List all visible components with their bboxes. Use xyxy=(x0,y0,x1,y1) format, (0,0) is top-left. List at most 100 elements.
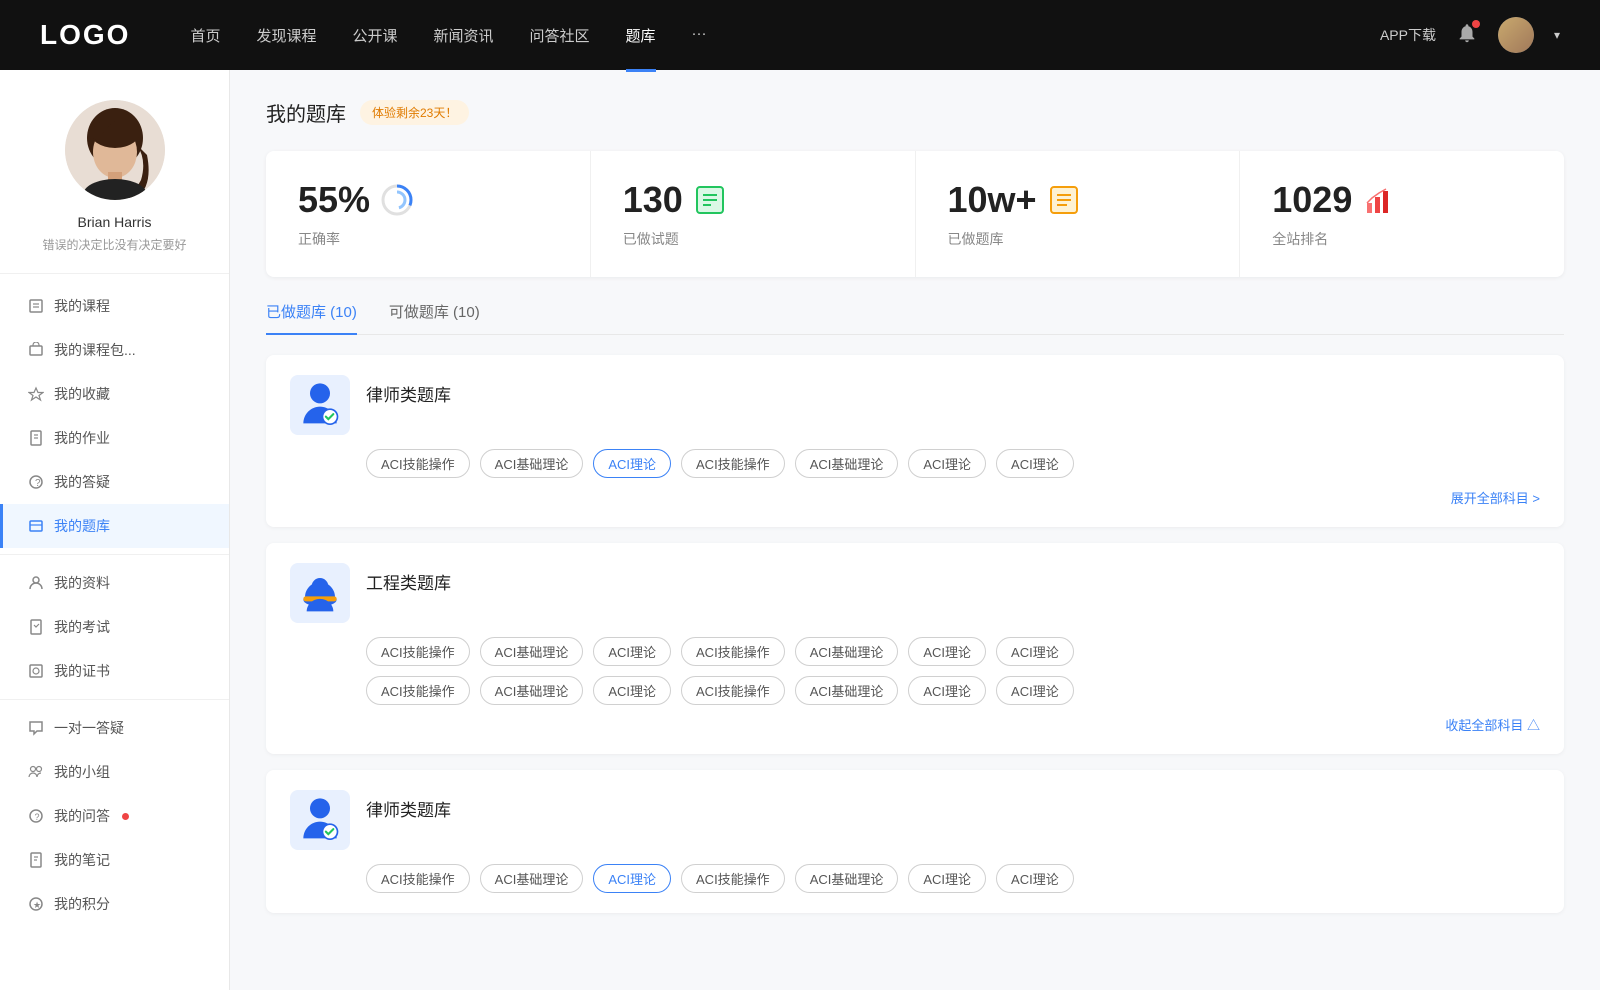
tags-row-2b: ACI技能操作 ACI基础理论 ACI理论 ACI技能操作 ACI基础理论 AC… xyxy=(290,676,1540,705)
accuracy-label: 正确率 xyxy=(298,229,558,249)
tag[interactable]: ACI基础理论 xyxy=(480,864,584,893)
sidebar-item-profile[interactable]: 我的资料 xyxy=(0,561,229,605)
qbank-header-3: 律师类题库 xyxy=(290,790,1540,850)
tag-active[interactable]: ACI理论 xyxy=(593,864,671,893)
sidebar-item-package[interactable]: 我的课程包... xyxy=(0,328,229,372)
tag[interactable]: ACI技能操作 xyxy=(681,449,785,478)
sidebar-label-package: 我的课程包... xyxy=(54,340,136,360)
tag[interactable]: ACI技能操作 xyxy=(681,676,785,705)
svg-text:?: ? xyxy=(35,812,40,822)
tag[interactable]: ACI基础理论 xyxy=(795,449,899,478)
rank-label: 全站排名 xyxy=(1272,229,1532,249)
svg-text:?: ? xyxy=(35,478,41,489)
qbank-list: 律师类题库 ACI技能操作 ACI基础理论 ACI理论 ACI技能操作 ACI基… xyxy=(266,355,1564,913)
tabs-row: 已做题库 (10) 可做题库 (10) xyxy=(266,301,1564,335)
tag[interactable]: ACI理论 xyxy=(908,449,986,478)
tag[interactable]: ACI理论 xyxy=(996,449,1074,478)
sidebar-label-favorites: 我的收藏 xyxy=(54,384,110,404)
tag[interactable]: ACI技能操作 xyxy=(681,864,785,893)
tag[interactable]: ACI理论 xyxy=(908,864,986,893)
stat-rank: 1029 全站排名 xyxy=(1240,151,1564,277)
sidebar-label-course: 我的课程 xyxy=(54,296,110,316)
tag[interactable]: ACI理论 xyxy=(996,676,1074,705)
tag[interactable]: ACI基础理论 xyxy=(795,864,899,893)
sidebar-item-cert[interactable]: 我的证书 xyxy=(0,649,229,693)
main-content: 我的题库 体验剩余23天！ 55% 正确率 xyxy=(230,70,1600,990)
page-header: 我的题库 体验剩余23天！ xyxy=(266,98,1564,127)
tag[interactable]: ACI技能操作 xyxy=(366,864,470,893)
nav-qa[interactable]: 问答社区 xyxy=(530,21,590,50)
done-banks-value: 10w+ xyxy=(948,179,1037,221)
tag[interactable]: ACI基础理论 xyxy=(795,637,899,666)
course-icon xyxy=(28,298,44,314)
sidebar-label-bank: 我的题库 xyxy=(54,516,110,536)
tag[interactable]: ACI基础理论 xyxy=(480,637,584,666)
qbank-title-1: 律师类题库 xyxy=(366,381,451,406)
sidebar-item-homework[interactable]: 我的作业 xyxy=(0,416,229,460)
tag[interactable]: ACI理论 xyxy=(593,637,671,666)
homework-icon xyxy=(28,430,44,446)
accuracy-value: 55% xyxy=(298,179,370,221)
tag[interactable]: ACI理论 xyxy=(996,864,1074,893)
sidebar-item-points[interactable]: ★ 我的积分 xyxy=(0,882,229,926)
sidebar-item-group[interactable]: 我的小组 xyxy=(0,750,229,794)
expand-link-1[interactable]: 展开全部科目 > xyxy=(290,488,1540,507)
sidebar-label-profile: 我的资料 xyxy=(54,573,110,593)
notification-bell[interactable] xyxy=(1456,22,1478,49)
sidebar-item-course[interactable]: 我的课程 xyxy=(0,284,229,328)
sidebar-item-tutoring[interactable]: 一对一答疑 xyxy=(0,706,229,750)
tab-available[interactable]: 可做题库 (10) xyxy=(389,301,480,334)
tab-done[interactable]: 已做题库 (10) xyxy=(266,301,357,334)
rank-value: 1029 xyxy=(1272,179,1352,221)
nav-bank[interactable]: 题库 xyxy=(626,21,656,50)
sidebar-item-favorites[interactable]: 我的收藏 xyxy=(0,372,229,416)
nav-opencourse[interactable]: 公开课 xyxy=(352,21,397,50)
tag[interactable]: ACI技能操作 xyxy=(366,449,470,478)
done-questions-label: 已做试题 xyxy=(623,229,883,249)
nav-discover[interactable]: 发现课程 xyxy=(256,21,316,50)
sidebar-label-myqa: 我的问答 xyxy=(54,806,110,826)
exam-icon xyxy=(28,619,44,635)
tag[interactable]: ACI基础理论 xyxy=(795,676,899,705)
tag[interactable]: ACI技能操作 xyxy=(366,676,470,705)
tag[interactable]: ACI理论 xyxy=(996,637,1074,666)
sidebar-item-bank[interactable]: 我的题库 xyxy=(0,504,229,548)
sidebar-label-points: 我的积分 xyxy=(54,894,110,914)
tag[interactable]: ACI基础理论 xyxy=(480,676,584,705)
sidebar-item-notes[interactable]: 我的笔记 xyxy=(0,838,229,882)
tag[interactable]: ACI理论 xyxy=(908,676,986,705)
user-menu-chevron[interactable]: ▾ xyxy=(1554,28,1560,42)
tag[interactable]: ACI理论 xyxy=(908,637,986,666)
sidebar-label-exam: 我的考试 xyxy=(54,617,110,637)
qbank-header-2: 工程类题库 xyxy=(290,563,1540,623)
app-download-link[interactable]: APP下载 xyxy=(1380,25,1436,45)
qbank-card-lawyer-1: 律师类题库 ACI技能操作 ACI基础理论 ACI理论 ACI技能操作 ACI基… xyxy=(266,355,1564,527)
tag[interactable]: ACI技能操作 xyxy=(366,637,470,666)
collapse-link-2[interactable]: 收起全部科目 △ xyxy=(290,715,1540,734)
user-name: Brian Harris xyxy=(78,214,152,230)
bank-icon xyxy=(28,518,44,534)
sidebar-item-qa[interactable]: ? 我的答疑 xyxy=(0,460,229,504)
sidebar-label-cert: 我的证书 xyxy=(54,661,110,681)
qbank-icon-engineer xyxy=(290,563,350,623)
avatar[interactable] xyxy=(1498,17,1534,53)
chat-icon xyxy=(28,720,44,736)
tag-active[interactable]: ACI理论 xyxy=(593,449,671,478)
stat-top: 55% xyxy=(298,179,558,221)
tag[interactable]: ACI基础理论 xyxy=(480,449,584,478)
sidebar-item-exam[interactable]: 我的考试 xyxy=(0,605,229,649)
nav-more[interactable]: ··· xyxy=(692,21,707,50)
sidebar: Brian Harris 错误的决定比没有决定要好 我的课程 我的课程包... xyxy=(0,70,230,990)
nav-news[interactable]: 新闻资讯 xyxy=(434,21,494,50)
tags-row-1: ACI技能操作 ACI基础理论 ACI理论 ACI技能操作 ACI基础理论 AC… xyxy=(290,449,1540,478)
stats-row: 55% 正确率 130 xyxy=(266,151,1564,277)
rank-icon xyxy=(1362,183,1396,217)
nav-links: 首页 发现课程 公开课 新闻资讯 问答社区 题库 ··· xyxy=(190,21,1380,50)
page-title: 我的题库 xyxy=(266,98,346,127)
sidebar-item-myqa[interactable]: ? 我的问答 xyxy=(0,794,229,838)
tag[interactable]: ACI理论 xyxy=(593,676,671,705)
stat-done-questions: 130 已做试题 xyxy=(591,151,916,277)
nav-home[interactable]: 首页 xyxy=(190,21,220,50)
tag[interactable]: ACI技能操作 xyxy=(681,637,785,666)
sidebar-label-notes: 我的笔记 xyxy=(54,850,110,870)
